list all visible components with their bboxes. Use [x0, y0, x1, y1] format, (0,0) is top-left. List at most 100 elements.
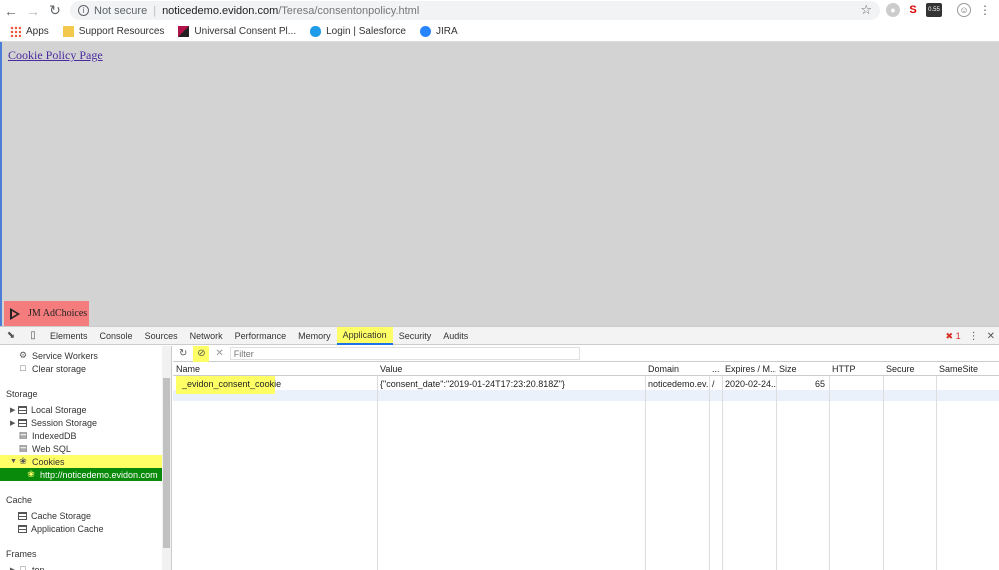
application-sidebar: ⚙ Service Workers □ Clear storage Storag… — [0, 346, 172, 570]
scrollbar-thumb[interactable] — [163, 378, 170, 548]
bookmark-jira[interactable]: JIRA — [420, 25, 458, 37]
adchoices-button[interactable]: JM AdChoices — [4, 301, 89, 326]
expand-arrow-icon[interactable]: ▶ — [10, 566, 18, 570]
sidebar-item-label: Application Cache — [31, 523, 104, 534]
sidebar-item-local-storage[interactable]: ▶ Local Storage — [0, 403, 171, 416]
salesforce-cloud-icon — [310, 25, 322, 37]
apps-grid-icon — [10, 25, 21, 37]
trash-icon: □ — [20, 363, 26, 373]
sidebar-scrollbar[interactable] — [162, 346, 171, 570]
sidebar-item-label: IndexedDB — [32, 430, 77, 441]
reload-icon[interactable]: ↻ — [44, 0, 66, 21]
extension-icon-3[interactable]: 0.55 — [926, 3, 942, 17]
bookmarks-bar: Apps Support Resources Universal Consent… — [0, 21, 999, 42]
tab-console[interactable]: Console — [94, 327, 139, 345]
sidebar-item-indexeddb[interactable]: ▤ IndexedDB — [0, 429, 171, 442]
frame-icon: □ — [20, 564, 26, 570]
sidebar-item-label: Session Storage — [31, 417, 98, 428]
bookmark-support-resources[interactable]: Support Resources — [62, 25, 164, 37]
menu-kebab-icon[interactable]: ⋮ — [978, 3, 992, 17]
cookie-samesite-cell[interactable] — [936, 378, 999, 391]
cookie-name-cell[interactable]: _evidon_consent_cookie — [179, 378, 377, 391]
bookmark-label: Login | Salesforce — [326, 25, 406, 37]
tab-performance[interactable]: Performance — [229, 327, 293, 345]
sidebar-item-web-sql[interactable]: ▤ Web SQL — [0, 442, 171, 455]
jira-icon — [420, 25, 431, 37]
column-header-samesite[interactable]: SameSite — [936, 363, 999, 376]
back-arrow-icon[interactable]: ← — [0, 0, 22, 21]
sidebar-item-label: Web SQL — [32, 443, 71, 454]
cookie-domain-cell[interactable]: noticedemo.ev... — [645, 378, 709, 391]
tab-security[interactable]: Security — [393, 327, 438, 345]
expand-arrow-icon[interactable]: ▶ — [10, 419, 18, 427]
bookmark-star-icon[interactable]: ☆ — [860, 2, 872, 18]
profile-icon[interactable]: ☺ — [957, 3, 971, 17]
sidebar-item-clear-storage[interactable]: □ Clear storage — [0, 362, 171, 375]
sidebar-section-storage: Storage — [6, 388, 38, 399]
error-counter[interactable]: ✖ 1 — [946, 331, 961, 342]
inspect-element-icon[interactable]: ⬊ — [0, 327, 22, 345]
tab-elements[interactable]: Elements — [44, 327, 94, 345]
url-host: noticedemo.evidon.com — [162, 4, 279, 17]
address-bar[interactable]: i Not secure | noticedemo.evidon.com /Te… — [70, 1, 880, 20]
sidebar-item-cache-storage[interactable]: Cache Storage — [0, 509, 171, 522]
column-divider — [883, 363, 884, 570]
column-header-value[interactable]: Value — [377, 363, 645, 376]
sidebar-item-frame-top[interactable]: ▶ □ top — [0, 563, 171, 570]
sidebar-item-session-storage[interactable]: ▶ Session Storage — [0, 416, 171, 429]
forward-arrow-icon[interactable]: → — [22, 0, 44, 21]
storage-grid-icon — [18, 405, 27, 414]
cookie-path-cell[interactable]: / — [709, 378, 722, 391]
info-icon[interactable]: i — [78, 5, 89, 16]
tab-network[interactable]: Network — [184, 327, 229, 345]
delete-selected-icon[interactable]: ✕ — [215, 348, 223, 359]
column-header-secure[interactable]: Secure — [883, 363, 936, 376]
column-header-name[interactable]: Name — [173, 363, 377, 376]
tab-audits[interactable]: Audits — [437, 327, 474, 345]
column-header-size[interactable]: Size — [776, 363, 829, 376]
devtools-panel: ⬊ ▯ Elements Console Sources Network Per… — [0, 326, 999, 570]
tab-memory[interactable]: Memory — [292, 327, 337, 345]
sidebar-item-label: Local Storage — [31, 404, 87, 415]
column-header-path[interactable]: ... — [709, 363, 722, 376]
extension-icon-1[interactable]: ● — [886, 3, 900, 17]
sidebar-section-frames: Frames — [6, 548, 37, 559]
sidebar-item-cookies[interactable]: ▼ ❀ Cookies — [0, 455, 171, 468]
cookie-secure-cell[interactable] — [883, 378, 936, 391]
column-header-http[interactable]: HTTP — [829, 363, 883, 376]
column-header-expires[interactable]: Expires / M... — [722, 363, 776, 376]
device-toolbar-icon[interactable]: ▯ — [22, 327, 44, 345]
bookmark-apps[interactable]: Apps — [10, 25, 49, 37]
column-header-domain[interactable]: Domain — [645, 363, 709, 376]
sidebar-item-service-workers[interactable]: ⚙ Service Workers — [0, 349, 171, 362]
adchoices-label: JM AdChoices — [28, 308, 88, 319]
devtools-right-controls: ✖ 1 ⋮ ✕ — [946, 327, 995, 345]
sidebar-item-label: top — [32, 564, 45, 570]
devtools-menu-icon[interactable]: ⋮ — [969, 331, 979, 342]
refresh-icon[interactable]: ↻ — [179, 348, 187, 359]
sidebar-item-label: Service Workers — [32, 350, 98, 361]
close-icon[interactable]: ✕ — [987, 331, 995, 342]
extension-icon-2[interactable]: S — [906, 3, 920, 17]
sidebar-item-cookie-origin[interactable]: ❀ http://noticedemo.evidon.com — [0, 468, 171, 481]
url-path: /Teresa/consentonpolicy.html — [278, 4, 420, 17]
bookmark-salesforce[interactable]: Login | Salesforce — [310, 25, 406, 37]
collapse-arrow-icon[interactable]: ▼ — [10, 458, 18, 465]
cookie-value-cell[interactable]: {"consent_date":"2019-01-24T17:23:20.818… — [377, 378, 645, 391]
cookie-size-cell[interactable]: 65 — [776, 378, 829, 391]
bookmark-label: Universal Consent Pl... — [194, 25, 297, 37]
folder-icon — [62, 25, 74, 37]
cookie-http-cell[interactable] — [829, 378, 883, 391]
bookmark-universal-consent[interactable]: Universal Consent Pl... — [178, 25, 297, 37]
error-count: 1 — [955, 330, 961, 341]
storage-grid-icon — [18, 511, 27, 520]
filter-input[interactable] — [229, 347, 580, 360]
cookie-icon: ❀ — [19, 456, 27, 466]
cookie-expires-cell[interactable]: 2020-02-24... — [722, 378, 776, 391]
clear-all-icon[interactable]: ⊘ — [193, 345, 210, 362]
expand-arrow-icon[interactable]: ▶ — [10, 406, 18, 414]
tab-sources[interactable]: Sources — [139, 327, 184, 345]
tab-application[interactable]: Application — [336, 326, 393, 345]
sidebar-item-application-cache[interactable]: Application Cache — [0, 522, 171, 535]
cookie-policy-link[interactable]: Cookie Policy Page — [8, 48, 103, 63]
